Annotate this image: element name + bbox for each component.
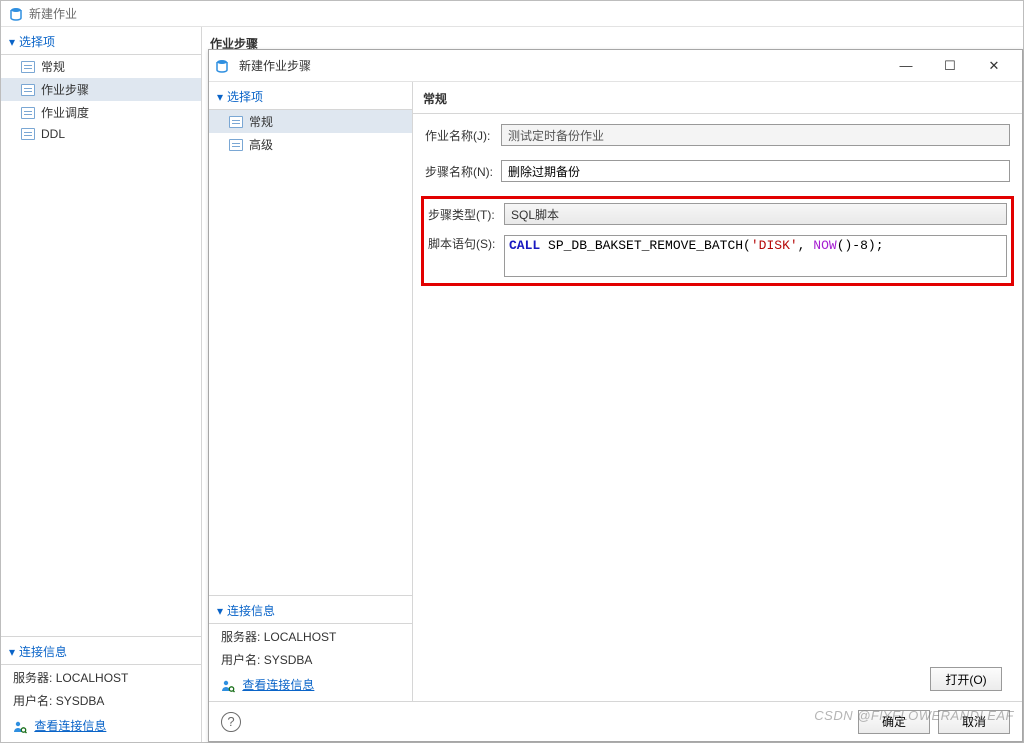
open-button-row: 打开(O) — [425, 663, 1010, 697]
dialog-nav-list: 常规 高级 — [209, 110, 412, 156]
step-name-label: 步骤名称(N): — [425, 163, 501, 180]
outer-title-bar: 新建作业 — [1, 1, 1023, 27]
dialog-user-line: 用户名: SYSDBA — [209, 647, 412, 670]
nav-item-ddl[interactable]: DDL — [1, 124, 201, 144]
step-dialog: 新建作业步骤 — ☐ ✕ ▾ 选择项 常 — [208, 49, 1023, 742]
outer-body: ▾ 选择项 常规 作业步骤 作业调度 DDL ▾ 连接信息 服务器: LOCAL… — [1, 27, 1023, 742]
dialog-nav-advanced[interactable]: 高级 — [209, 133, 412, 156]
list-icon — [21, 61, 35, 73]
job-name-label: 作业名称(J): — [425, 127, 501, 144]
dialog-right-heading: 常规 — [413, 82, 1022, 114]
dialog-view-conn-link[interactable]: 查看连接信息 — [209, 670, 412, 695]
job-name-input[interactable] — [501, 124, 1010, 146]
script-label: 脚本语句(S): — [428, 235, 504, 252]
outer-nav-list: 常规 作业步骤 作业调度 DDL — [1, 55, 201, 144]
dialog-left-panel: ▾ 选择项 常规 高级 ▾ 连接信息 — [209, 82, 413, 701]
dialog-title-bar: 新建作业步骤 — ☐ ✕ — [209, 50, 1022, 82]
step-name-input[interactable] — [501, 160, 1010, 182]
job-name-row: 作业名称(J): — [425, 124, 1010, 146]
list-icon — [21, 128, 35, 140]
list-icon — [229, 116, 243, 128]
chevron-down-icon: ▾ — [217, 90, 223, 104]
close-button[interactable]: ✕ — [972, 52, 1016, 80]
dialog-nav-general[interactable]: 常规 — [209, 110, 412, 133]
outer-title-text: 新建作业 — [29, 5, 77, 22]
list-icon — [229, 139, 243, 151]
person-search-icon — [221, 679, 235, 693]
window-controls: — ☐ ✕ — [884, 52, 1016, 80]
highlight-box: 步骤类型(T): SQL脚本 脚本语句(S): CALL SP_DB_BAKSE… — [421, 196, 1014, 286]
dialog-right-panel: 常规 作业名称(J): 步骤名称(N): — [413, 82, 1022, 701]
chevron-down-icon: ▾ — [217, 604, 223, 618]
database-icon — [9, 7, 23, 21]
chevron-down-icon: ▾ — [9, 645, 15, 659]
cancel-button[interactable]: 取消 — [938, 710, 1010, 734]
nav-item-general[interactable]: 常规 — [1, 55, 201, 78]
script-textarea[interactable]: CALL SP_DB_BAKSET_REMOVE_BATCH('DISK', N… — [504, 235, 1007, 277]
nav-item-schedule[interactable]: 作业调度 — [1, 101, 201, 124]
list-icon — [21, 84, 35, 96]
dialog-conn-header[interactable]: ▾ 连接信息 — [209, 596, 412, 624]
maximize-button[interactable]: ☐ — [928, 52, 972, 80]
chevron-down-icon: ▾ — [9, 35, 15, 49]
dialog-title-text: 新建作业步骤 — [239, 57, 311, 74]
step-name-row: 步骤名称(N): — [425, 160, 1010, 182]
outer-user-line: 用户名: SYSDBA — [1, 688, 201, 711]
minimize-button[interactable]: — — [884, 52, 928, 80]
person-search-icon — [13, 720, 27, 734]
outer-select-section-header[interactable]: ▾ 选择项 — [1, 27, 201, 55]
help-button[interactable]: ? — [221, 712, 241, 732]
dialog-footer: ? 确定 取消 — [209, 701, 1022, 741]
outer-conn-info: ▾ 连接信息 服务器: LOCALHOST 用户名: SYSDBA 查看连接信息 — [1, 636, 201, 742]
outer-server-line: 服务器: LOCALHOST — [1, 665, 201, 688]
outer-conn-header[interactable]: ▾ 连接信息 — [1, 637, 201, 665]
nav-item-steps[interactable]: 作业步骤 — [1, 78, 201, 101]
outer-view-conn-link[interactable]: 查看连接信息 — [1, 711, 201, 736]
ok-button[interactable]: 确定 — [858, 710, 930, 734]
outer-window: 新建作业 ▾ 选择项 常规 作业步骤 作业调度 DDL ▾ 连接信息 服务器: … — [0, 0, 1024, 743]
dialog-body: ▾ 选择项 常规 高级 ▾ 连接信息 — [209, 82, 1022, 701]
database-icon — [215, 59, 229, 73]
script-row: 脚本语句(S): CALL SP_DB_BAKSET_REMOVE_BATCH(… — [428, 235, 1007, 277]
step-type-label: 步骤类型(T): — [428, 206, 504, 223]
outer-right-area: 作业步骤 新建作业步骤 — ☐ ✕ — [202, 27, 1023, 742]
outer-left-panel: ▾ 选择项 常规 作业步骤 作业调度 DDL ▾ 连接信息 服务器: LOCAL… — [1, 27, 202, 742]
dialog-server-line: 服务器: LOCALHOST — [209, 624, 412, 647]
step-type-select[interactable]: SQL脚本 — [504, 203, 1007, 225]
dialog-select-header[interactable]: ▾ 选择项 — [209, 82, 412, 110]
list-icon — [21, 107, 35, 119]
form-area: 作业名称(J): 步骤名称(N): 步骤类型(T): SQL脚本 — [413, 114, 1022, 701]
step-type-row: 步骤类型(T): SQL脚本 — [428, 203, 1007, 225]
open-button[interactable]: 打开(O) — [930, 667, 1002, 691]
dialog-conn-info: ▾ 连接信息 服务器: LOCALHOST 用户名: SYSDBA 查看连接信息 — [209, 595, 412, 701]
